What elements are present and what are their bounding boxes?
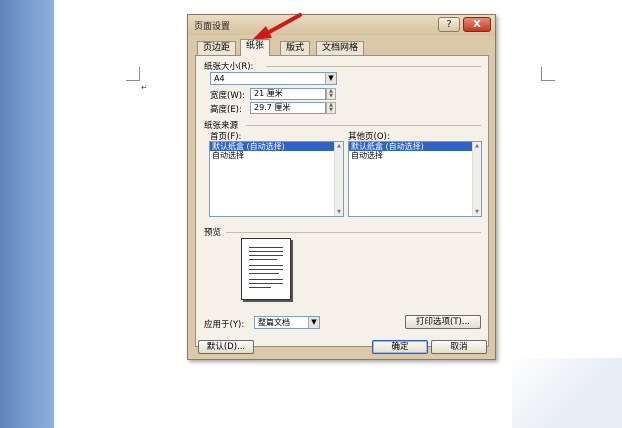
preview-text-line	[249, 287, 271, 288]
apply-to-label: 应用于(Y):	[204, 320, 245, 330]
width-label: 宽度(W):	[210, 91, 245, 101]
preview-text-line	[249, 259, 277, 260]
page-setup-dialog: 页面设置 ? X 页边距 纸张 版式 文档网格 纸张大小(R): A4 ▼ 宽度…	[187, 14, 496, 360]
scroll-up-icon[interactable]: ▲	[473, 142, 481, 150]
tab-paper[interactable]: 纸张	[240, 39, 271, 56]
paper-size-label: 纸张大小(R):	[204, 62, 254, 72]
preview-label: 预览	[204, 228, 222, 238]
spin-down-icon[interactable]: ▼	[327, 108, 335, 113]
preview-text-line	[249, 265, 283, 266]
photo-glare	[512, 358, 622, 428]
paper-size-value: A4	[214, 74, 225, 83]
scroll-down-icon[interactable]: ▼	[335, 208, 343, 216]
ok-button[interactable]: 确定	[372, 340, 428, 354]
preview-text-line	[249, 269, 283, 270]
height-label: 高度(E):	[210, 105, 242, 115]
crop-mark-top-left	[126, 67, 140, 81]
preview-text-line	[249, 283, 283, 284]
page-preview-thumbnail	[241, 238, 291, 300]
preview-text-line	[249, 251, 283, 252]
apply-to-value: 整篇文档	[258, 318, 290, 327]
height-input[interactable]: 29.7 厘米	[250, 102, 326, 114]
cancel-button[interactable]: 取消	[431, 340, 487, 354]
print-options-button[interactable]: 打印选项(T)...	[405, 315, 481, 329]
preview-text-line	[249, 255, 283, 256]
list-item[interactable]: 自动选择	[210, 151, 343, 160]
default-button[interactable]: 默认(D)...	[198, 340, 254, 354]
list-item[interactable]: 默认纸盒 (自动选择)	[210, 142, 343, 151]
height-spinner[interactable]: ▲ ▼	[326, 102, 336, 114]
first-page-listbox[interactable]: 默认纸盒 (自动选择) 自动选择 ▲ ▼	[209, 141, 344, 217]
scrollbar[interactable]: ▲ ▼	[334, 142, 343, 216]
list-item[interactable]: 默认纸盒 (自动选择)	[349, 142, 481, 151]
width-input[interactable]: 21 厘米	[250, 88, 326, 100]
chevron-down-icon[interactable]: ▼	[325, 73, 336, 84]
scroll-up-icon[interactable]: ▲	[335, 142, 343, 150]
tab-margins[interactable]: 页边距	[197, 41, 237, 55]
preview-text-line	[249, 247, 283, 248]
paper-source-divider	[246, 125, 481, 126]
scrollbar[interactable]: ▲ ▼	[472, 142, 481, 216]
tab-layout[interactable]: 版式	[280, 41, 311, 55]
scroll-down-icon[interactable]: ▼	[473, 208, 481, 216]
dialog-title: 页面设置	[194, 22, 231, 32]
paper-size-divider	[266, 66, 481, 67]
width-spinner[interactable]: ▲ ▼	[326, 88, 336, 100]
crop-mark-top-right	[541, 67, 555, 81]
preview-text-line	[249, 279, 283, 280]
preview-divider	[226, 232, 481, 233]
paper-size-select[interactable]: A4 ▼	[210, 72, 337, 85]
spin-down-icon[interactable]: ▼	[327, 94, 335, 99]
dialog-title-bar[interactable]: 页面设置 ? X	[188, 15, 495, 35]
apply-to-select[interactable]: 整篇文档 ▼	[254, 316, 320, 329]
red-arrow-annotation	[252, 13, 302, 40]
left-pane	[0, 0, 54, 428]
chevron-down-icon[interactable]: ▼	[308, 317, 319, 328]
preview-text-line	[249, 273, 279, 274]
close-button[interactable]: X	[463, 17, 491, 32]
tab-document-grid[interactable]: 文档网格	[316, 41, 365, 55]
help-button[interactable]: ?	[438, 17, 460, 32]
paragraph-mark: ↵	[141, 83, 148, 92]
other-pages-listbox[interactable]: 默认纸盒 (自动选择) 自动选择 ▲ ▼	[348, 141, 482, 217]
list-item[interactable]: 自动选择	[349, 151, 481, 160]
